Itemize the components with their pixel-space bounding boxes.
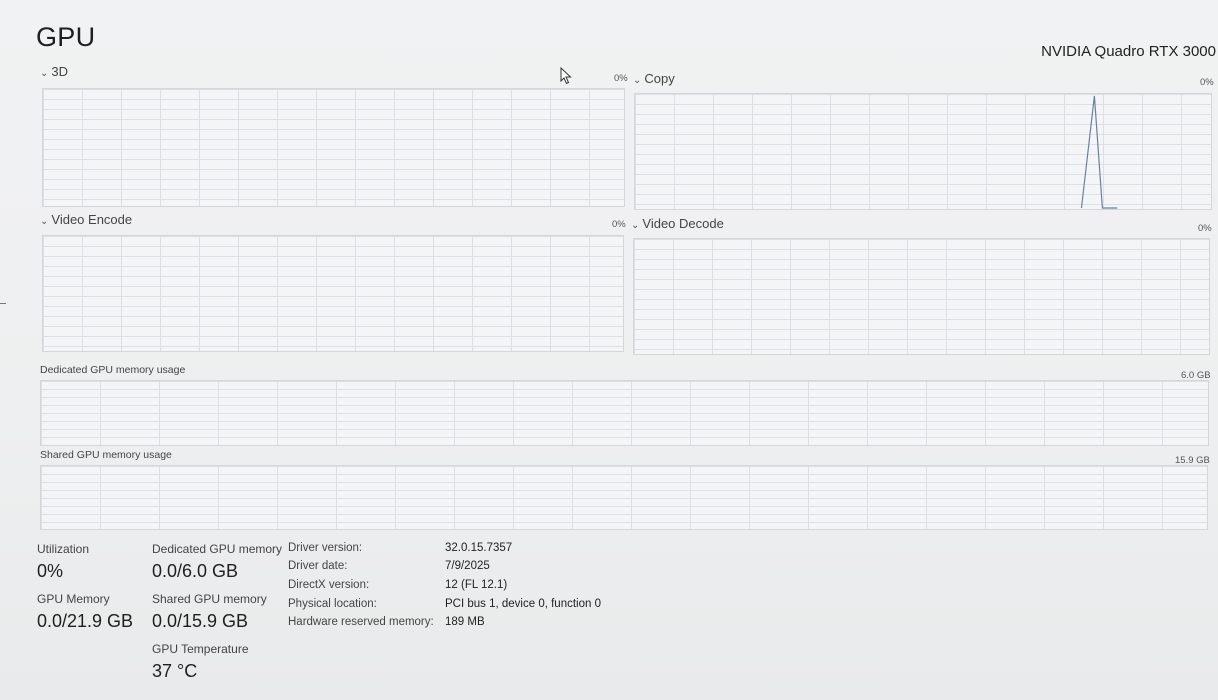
graph-selector-video-decode[interactable]: ⌄ Video Decode	[631, 216, 724, 231]
shared-memory-label: Shared GPU memory	[152, 592, 267, 606]
dedicated-memory-value: 0.0/6.0 GB	[152, 561, 239, 581]
driver-date-label: Driver date:	[288, 560, 348, 572]
utilization-label: Utilization	[37, 542, 90, 556]
chevron-down-icon: ⌄	[40, 216, 49, 227]
hardware-reserved-memory-value: 189 MB	[445, 616, 485, 628]
graph-dedicated-memory	[40, 380, 1209, 446]
graph-label-video-decode: Video Decode	[642, 216, 724, 231]
directx-version-label: DirectX version:	[288, 579, 370, 591]
gpu-memory-label: GPU Memory	[37, 592, 110, 606]
gpu-temperature-value: 37 °C	[152, 661, 198, 681]
gpu-memory-value: 0.0/21.9 GB	[37, 611, 134, 631]
graph-label-video-encode: Video Encode	[51, 212, 133, 227]
directx-version-value: 12 (FL 12.1)	[445, 579, 508, 591]
physical-location-value: PCI bus 1, device 0, function 0	[445, 598, 601, 610]
utilization-value: 0%	[37, 561, 64, 581]
driver-date-value: 7/9/2025	[445, 560, 490, 572]
graph-3d	[42, 88, 625, 207]
graph-video-decode	[633, 238, 1210, 355]
graph-value-video-decode: 0%	[1198, 223, 1212, 234]
physical-location-label: Physical location:	[288, 598, 377, 610]
graph-value-3d: 0%	[614, 73, 628, 84]
shared-memory-graph-label: Shared GPU memory usage	[40, 449, 172, 461]
graph-value-video-encode: 0%	[612, 219, 626, 230]
gpu-temperature-label: GPU Temperature	[152, 642, 249, 656]
graph-selector-video-encode[interactable]: ⌄ Video Encode	[40, 212, 132, 227]
driver-version-label: Driver version:	[288, 542, 363, 554]
driver-version-value: 32.0.15.7357	[445, 542, 513, 554]
dedicated-memory-graph-label: Dedicated GPU memory usage	[40, 364, 186, 376]
copy-usage-line	[1080, 95, 1118, 209]
page-title: GPU	[36, 22, 96, 52]
graph-selector-copy[interactable]: ⌄ Copy	[633, 71, 675, 86]
chevron-down-icon: ⌄	[40, 68, 49, 79]
graph-selector-3d[interactable]: ⌄ 3D	[40, 64, 68, 79]
graph-copy	[634, 93, 1212, 210]
dedicated-memory-label: Dedicated GPU memory	[152, 542, 283, 556]
chevron-down-icon: ⌄	[631, 220, 640, 231]
shared-memory-value: 0.0/15.9 GB	[152, 611, 249, 631]
gpu-model-name: NVIDIA Quadro RTX 3000	[1041, 43, 1216, 60]
hardware-reserved-memory-label: Hardware reserved memory:	[288, 616, 434, 628]
graph-label-3d: 3D	[51, 64, 69, 79]
graph-shared-memory	[40, 465, 1208, 530]
mouse-pointer-icon	[560, 67, 572, 85]
graph-label-copy: Copy	[644, 71, 675, 86]
graph-value-copy: 0%	[1200, 77, 1214, 88]
chevron-down-icon: ⌄	[633, 75, 642, 86]
left-edge-marker	[0, 303, 6, 304]
graph-video-encode	[42, 235, 624, 352]
